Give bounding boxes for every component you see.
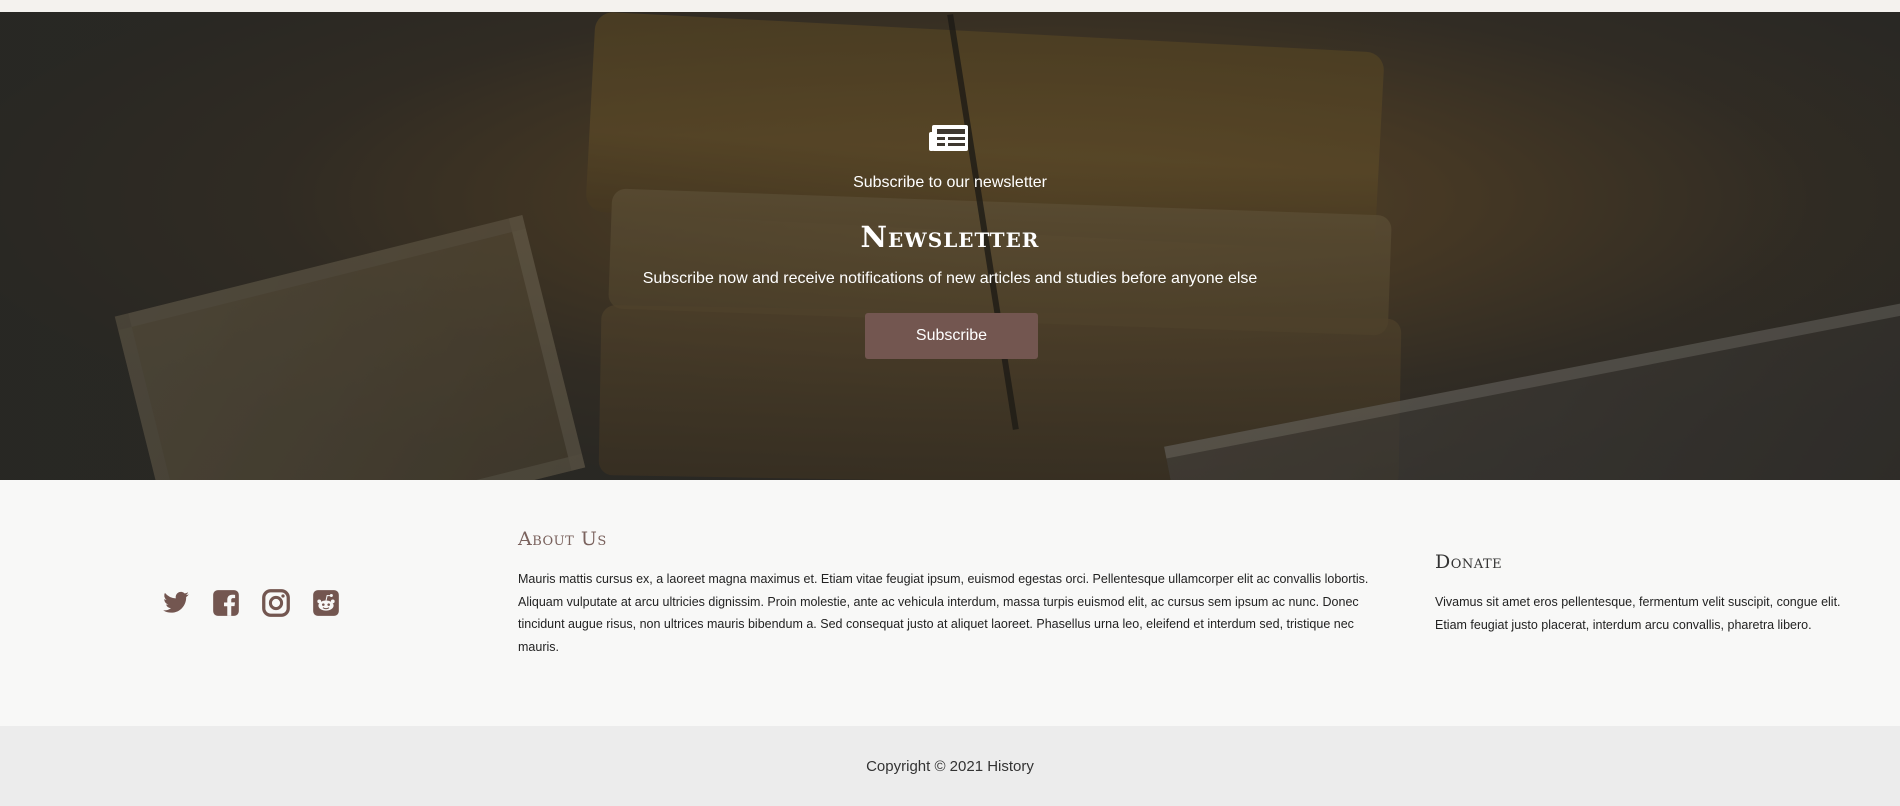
instagram-icon[interactable]	[262, 589, 290, 617]
newsletter-kicker: Subscribe to our newsletter	[853, 174, 1047, 191]
copyright-bar: Copyright © 2021 History	[0, 726, 1900, 806]
newsletter-title: Newsletter	[860, 220, 1040, 254]
about-us-heading: About Us	[518, 528, 607, 550]
copyright-text: Copyright © 2021 History	[866, 758, 1034, 775]
donate-text: Vivamus sit amet eros pellentesque, ferm…	[1435, 595, 1841, 632]
about-us-section: About Us Mauris mattis cursus ex, a laor…	[518, 528, 1378, 658]
top-strip	[0, 0, 1900, 12]
about-us-text: Mauris mattis cursus ex, a laoreet magna…	[518, 572, 1369, 654]
newsletter-description: Subscribe now and receive notifications …	[642, 270, 1258, 287]
subscribe-button[interactable]: Subscribe	[865, 313, 1038, 359]
newspaper-icon	[929, 125, 968, 151]
facebook-icon[interactable]	[212, 589, 240, 617]
reddit-icon[interactable]	[312, 589, 340, 617]
donate-heading: Donate	[1435, 551, 1503, 573]
donate-section: Donate Vivamus sit amet eros pellentesqu…	[1435, 551, 1875, 636]
twitter-icon[interactable]	[162, 589, 190, 617]
